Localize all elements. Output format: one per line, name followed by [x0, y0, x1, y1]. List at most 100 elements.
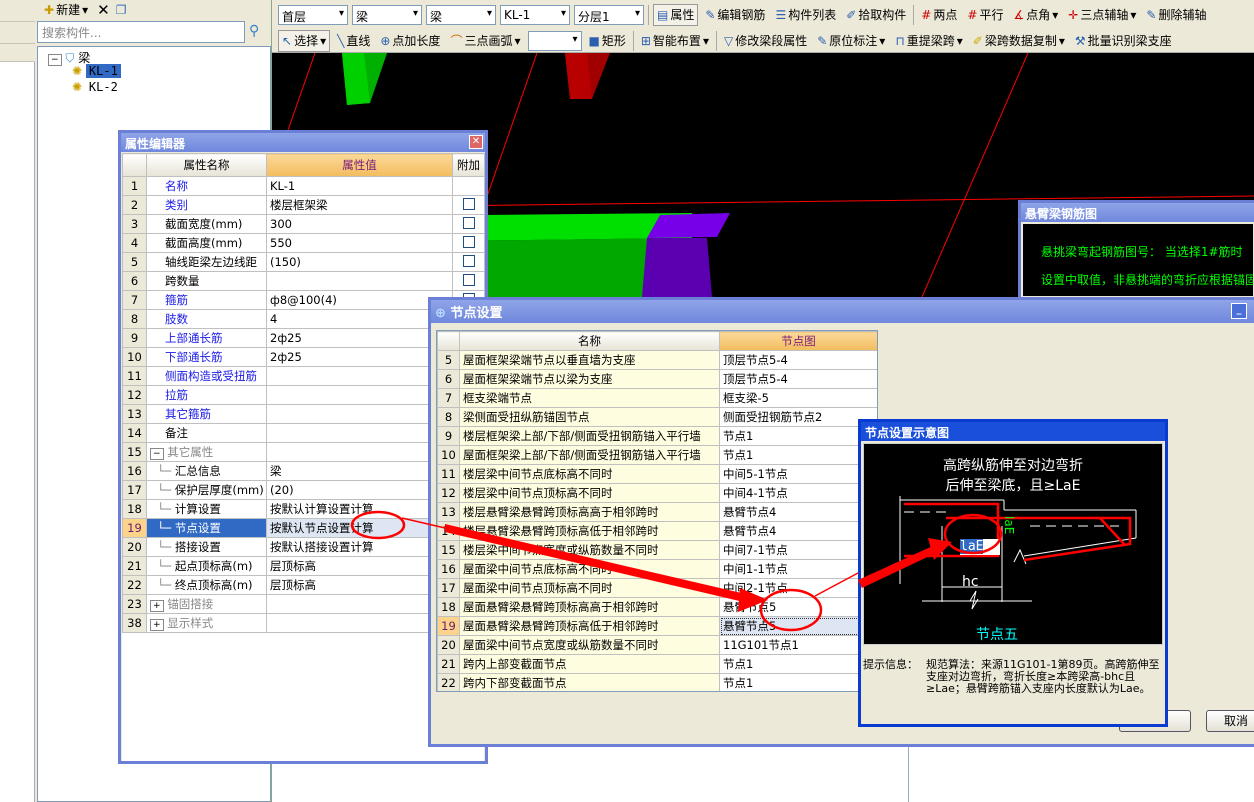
- minimize-icon[interactable]: _: [1231, 303, 1247, 319]
- property-value[interactable]: [266, 613, 453, 633]
- property-row[interactable]: 3 截面宽度(mm) 300: [122, 214, 485, 234]
- node-row[interactable]: 15 楼层梁中间节点宽度或纵筋数量不同时 中间7-1节点: [437, 540, 877, 560]
- node-diagram-value[interactable]: 中间5-1节点: [719, 464, 877, 484]
- node-diagram-value[interactable]: 11G101节点1: [719, 635, 877, 655]
- property-value[interactable]: 按默认搭接设置计算: [266, 537, 453, 557]
- smart-layout-button[interactable]: ⊞ 智能布置 ▾: [638, 30, 712, 52]
- anchor-length-input[interactable]: laE: [960, 539, 1000, 555]
- node-row[interactable]: 19 屋面悬臂梁悬臂跨顶标高低于相邻跨时 悬臂节点5: [437, 616, 877, 636]
- header-name[interactable]: 属性名称: [146, 153, 267, 177]
- edit-rebar-button[interactable]: ✎ 编辑钢筋: [702, 4, 768, 26]
- three-point-axis-button[interactable]: ✛ 三点辅轴 ▾: [1065, 4, 1139, 26]
- node-diagram-value[interactable]: 顶层节点5-4: [719, 369, 877, 389]
- point-angle-button[interactable]: ∡ 点角 ▾: [1010, 4, 1061, 26]
- node-diagram-value[interactable]: 悬臂节点4: [719, 502, 877, 522]
- node-row[interactable]: 7 框支梁端节点 框支梁-5: [437, 388, 877, 408]
- property-value[interactable]: ф8@100(4): [266, 290, 453, 310]
- extra-checkbox[interactable]: [462, 273, 475, 286]
- delete-icon[interactable]: ✕: [97, 1, 110, 19]
- point-length-button[interactable]: ⊕ 点加长度: [377, 30, 443, 52]
- property-row[interactable]: 6 跨数量: [122, 271, 485, 291]
- header-name[interactable]: 名称: [459, 331, 720, 351]
- copy-icon[interactable]: ❐: [116, 3, 127, 17]
- extra-cell[interactable]: [452, 252, 485, 272]
- property-value[interactable]: 楼层框架梁: [266, 195, 453, 215]
- new-button[interactable]: ✚ 新建 ▾: [41, 0, 91, 21]
- node-diagram-value[interactable]: 节点1: [719, 673, 877, 691]
- node-diagram-value[interactable]: 框支梁-5: [719, 388, 877, 408]
- extra-checkbox[interactable]: [462, 197, 475, 210]
- node-row[interactable]: 22 跨内下部变截面节点 节点1: [437, 673, 877, 691]
- collapse-icon[interactable]: −: [150, 448, 164, 460]
- expand-icon[interactable]: +: [150, 619, 164, 631]
- property-row[interactable]: 1 名称 KL-1: [122, 176, 485, 196]
- property-value[interactable]: 层顶标高: [266, 556, 453, 576]
- search-input[interactable]: 搜索构件...: [37, 21, 245, 43]
- type-select[interactable]: 梁: [352, 4, 422, 25]
- three-point-arc-button[interactable]: ⌒ 三点画弧 ▾: [447, 30, 523, 52]
- cancel-button[interactable]: 取消: [1206, 710, 1254, 732]
- property-value[interactable]: (150): [266, 252, 453, 272]
- node-diagram-value[interactable]: 悬臂节点5: [719, 597, 877, 617]
- pick-component-button[interactable]: ✐ 拾取构件: [843, 4, 909, 26]
- property-value[interactable]: 4: [266, 309, 453, 329]
- tree-item-kl2[interactable]: ✺ KL-2: [72, 80, 121, 94]
- property-row[interactable]: 5 轴线距梁左边线距 (150): [122, 252, 485, 272]
- group-cell[interactable]: + 锚固搭接: [146, 594, 267, 614]
- parallel-button[interactable]: # 平行: [964, 4, 1006, 26]
- extra-checkbox[interactable]: [462, 216, 475, 229]
- node-row[interactable]: 10 屋面框架梁上部/下部/侧面受扭钢筋锚入平行墙 节点1: [437, 445, 877, 465]
- node-row[interactable]: 20 屋面梁中间节点宽度或纵筋数量不同时 11G101节点1: [437, 635, 877, 655]
- property-value[interactable]: 按默认计算设置计算: [266, 499, 453, 519]
- extra-cell[interactable]: [452, 271, 485, 291]
- group-cell[interactable]: − 其它属性: [146, 442, 267, 462]
- re-extract-span-button[interactable]: ⊓ 重提梁跨 ▾: [892, 30, 965, 52]
- extra-cell[interactable]: [452, 195, 485, 215]
- node-diagram-value[interactable]: 中间4-1节点: [719, 483, 877, 503]
- node-diagram-value[interactable]: 节点1: [719, 426, 877, 446]
- node-row[interactable]: 16 屋面梁中间节点底标高不同时 中间1-1节点: [437, 559, 877, 579]
- node-diagram-value[interactable]: 顶层节点5-4: [719, 350, 877, 370]
- property-value[interactable]: 2ф25: [266, 328, 453, 348]
- property-value[interactable]: 层顶标高: [266, 575, 453, 595]
- property-value[interactable]: (20): [266, 480, 453, 500]
- node-row[interactable]: 21 跨内上部变截面节点 节点1: [437, 654, 877, 674]
- copy-span-data-button[interactable]: ✐ 梁跨数据复制 ▾: [970, 30, 1068, 52]
- node-row[interactable]: 5 屋面框架梁端节点以垂直墙为支座 顶层节点5-4: [437, 350, 877, 370]
- node-diagram-value[interactable]: 节点1: [719, 654, 877, 674]
- close-icon[interactable]: ✕: [469, 135, 483, 149]
- node-diagram-value[interactable]: 侧面受扭钢筋节点2: [719, 407, 877, 427]
- modify-span-button[interactable]: ▽ 修改梁段属性: [721, 30, 810, 52]
- property-value[interactable]: 2ф25: [266, 347, 453, 367]
- arc-option-select[interactable]: [527, 30, 582, 51]
- node-diagram-value[interactable]: 中间1-1节点: [719, 559, 877, 579]
- node-diagram-value[interactable]: 悬臂节点4: [719, 521, 877, 541]
- property-value[interactable]: [266, 442, 453, 462]
- property-row[interactable]: 4 截面高度(mm) 550: [122, 233, 485, 253]
- header-node-diagram[interactable]: 节点图: [719, 331, 877, 351]
- node-diagram-value[interactable]: 中间2-1节点: [719, 578, 877, 598]
- node-row[interactable]: 13 楼层悬臂梁悬臂跨顶标高高于相邻跨时 悬臂节点4: [437, 502, 877, 522]
- property-value[interactable]: [266, 385, 453, 405]
- property-value[interactable]: 300: [266, 214, 453, 234]
- node-row[interactable]: 14 楼层悬臂梁悬臂跨顶标高低于相邻跨时 悬臂节点4: [437, 521, 877, 541]
- header-extra[interactable]: 附加: [452, 153, 485, 177]
- property-value[interactable]: [266, 366, 453, 386]
- tree-item-kl1[interactable]: ✺ KL-1: [72, 64, 121, 78]
- property-value[interactable]: [266, 423, 453, 443]
- node-row[interactable]: 17 屋面梁中间节点顶标高不同时 中间2-1节点: [437, 578, 877, 598]
- delete-axis-button[interactable]: ✎ 删除辅轴: [1143, 4, 1209, 26]
- extra-checkbox[interactable]: [462, 235, 475, 248]
- layer-select[interactable]: 分层1: [574, 4, 644, 25]
- node-diagram-value[interactable]: 节点1: [719, 445, 877, 465]
- property-value[interactable]: [266, 594, 453, 614]
- extra-cell[interactable]: [452, 214, 485, 234]
- collapse-icon[interactable]: −: [48, 54, 62, 66]
- node-row[interactable]: 11 楼层梁中间节点底标高不同时 中间5-1节点: [437, 464, 877, 484]
- property-value[interactable]: [266, 404, 453, 424]
- property-value[interactable]: 按默认节点设置计算: [266, 518, 453, 538]
- node-row[interactable]: 8 梁侧面受扭纵筋锚固节点 侧面受扭钢筋节点2: [437, 407, 877, 427]
- rectangle-button[interactable]: ■ 矩形: [586, 30, 629, 52]
- node-row[interactable]: 12 楼层梁中间节点顶标高不同时 中间4-1节点: [437, 483, 877, 503]
- group-cell[interactable]: + 显示样式: [146, 613, 267, 633]
